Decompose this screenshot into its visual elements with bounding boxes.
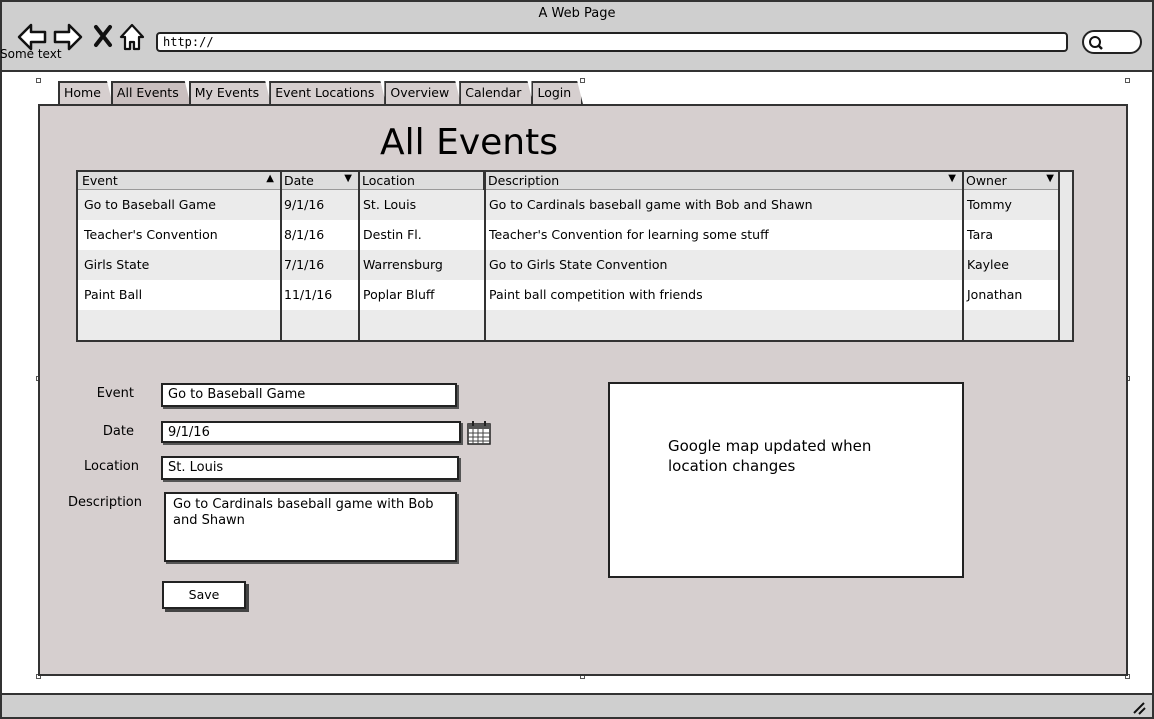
column-header-label: Owner xyxy=(966,173,1007,188)
date-input[interactable]: 9/1/16 xyxy=(161,421,461,443)
tab-login[interactable]: Login xyxy=(531,81,583,105)
table-row-empty xyxy=(78,310,1060,340)
cell-description: Go to Cardinals baseball game with Bob a… xyxy=(489,197,813,212)
column-header-owner[interactable]: Owner ▼ xyxy=(962,172,1060,190)
close-icon[interactable] xyxy=(92,24,114,48)
location-label: Location xyxy=(84,459,139,474)
tab-all-events[interactable]: All Events xyxy=(111,81,191,105)
cell-description: Teacher's Convention for learning some s… xyxy=(489,227,769,242)
cell-date: 7/1/16 xyxy=(284,257,325,272)
location-input[interactable]: St. Louis xyxy=(161,456,459,480)
cell-event: Go to Baseball Game xyxy=(84,197,216,212)
cell-location: Warrensburg xyxy=(363,257,443,272)
column-header-date[interactable]: Date ▼ xyxy=(280,172,360,190)
cell-owner: Tara xyxy=(967,227,994,242)
description-label: Description xyxy=(67,495,142,510)
map-placeholder: Google map updated when location changes xyxy=(608,382,964,578)
cell-date: 11/1/16 xyxy=(284,287,333,302)
page-title: All Events xyxy=(380,122,558,163)
tab-bar: Home All Events My Events Event Location… xyxy=(58,81,581,105)
tab-event-locations[interactable]: Event Locations xyxy=(269,81,386,105)
description-textarea[interactable]: Go to Cardinals baseball game with Bob a… xyxy=(164,492,457,562)
table-row[interactable]: Go to Baseball Game 9/1/16 St. Louis Go … xyxy=(78,190,1060,220)
column-header-event[interactable]: Event ▲ xyxy=(78,172,282,190)
save-button[interactable]: Save xyxy=(162,581,246,609)
url-input[interactable]: http:// xyxy=(156,32,1068,52)
map-caption: Google map updated when location changes xyxy=(668,437,872,475)
cell-event: Teacher's Convention xyxy=(84,227,218,242)
table-header: Event ▲ Date ▼ Location Description ▼ Ow… xyxy=(78,172,1060,190)
sort-ascending-icon[interactable]: ▲ xyxy=(266,173,274,184)
cell-event: Girls State xyxy=(84,257,150,272)
cell-description: Go to Girls State Convention xyxy=(489,257,668,272)
event-input[interactable]: Go to Baseball Game xyxy=(161,383,457,407)
resize-grip-icon[interactable] xyxy=(1130,699,1146,715)
home-icon[interactable] xyxy=(118,22,146,52)
cell-location: St. Louis xyxy=(363,197,417,212)
table-row[interactable]: Paint Ball 11/1/16 Poplar Bluff Paint ba… xyxy=(78,280,1060,310)
event-label: Event xyxy=(96,386,134,401)
dropdown-arrow-icon[interactable]: ▼ xyxy=(948,173,956,184)
cell-date: 8/1/16 xyxy=(284,227,325,242)
cell-location: Destin Fl. xyxy=(363,227,422,242)
column-header-label: Event xyxy=(82,173,118,188)
window-title: A Web Page xyxy=(538,6,616,21)
column-header-location[interactable]: Location xyxy=(358,172,485,190)
column-divider xyxy=(358,172,360,340)
dropdown-arrow-icon[interactable]: ▼ xyxy=(1046,173,1054,184)
tab-overview[interactable]: Overview xyxy=(384,81,461,105)
search-box[interactable] xyxy=(1082,30,1142,54)
column-header-description[interactable]: Description ▼ xyxy=(484,172,964,190)
column-header-label: Description xyxy=(488,173,560,188)
column-header-label: Location xyxy=(362,173,415,188)
search-icon xyxy=(1089,36,1103,50)
events-table: Event ▲ Date ▼ Location Description ▼ Ow… xyxy=(76,170,1074,342)
cell-event: Paint Ball xyxy=(84,287,143,302)
selection-handle xyxy=(36,78,41,83)
cell-owner: Jonathan xyxy=(967,287,1023,302)
calendar-icon[interactable] xyxy=(467,420,491,446)
column-divider xyxy=(280,172,282,340)
cell-date: 9/1/16 xyxy=(284,197,325,212)
tab-home[interactable]: Home xyxy=(58,81,113,105)
browser-titlebar: A Web Page Some text http:// xyxy=(0,2,1152,72)
dropdown-arrow-icon[interactable]: ▼ xyxy=(344,173,352,184)
browser-statusbar xyxy=(2,693,1152,717)
cell-location: Poplar Bluff xyxy=(363,287,435,302)
column-divider xyxy=(484,172,486,340)
table-row[interactable]: Teacher's Convention 8/1/16 Destin Fl. T… xyxy=(78,220,1060,250)
tab-my-events[interactable]: My Events xyxy=(189,81,271,105)
cell-owner: Tommy xyxy=(967,197,1012,212)
some-text-label: Some text xyxy=(0,47,62,61)
table-row[interactable]: Girls State 7/1/16 Warrensburg Go to Gir… xyxy=(78,250,1060,280)
cell-owner: Kaylee xyxy=(967,257,1009,272)
table-scrollbar[interactable] xyxy=(1058,172,1072,340)
cell-description: Paint ball competition with friends xyxy=(489,287,703,302)
selection-handle xyxy=(1125,78,1130,83)
column-divider xyxy=(962,172,964,340)
date-label: Date xyxy=(102,424,134,439)
column-header-label: Date xyxy=(284,173,314,188)
tab-calendar[interactable]: Calendar xyxy=(459,81,533,105)
